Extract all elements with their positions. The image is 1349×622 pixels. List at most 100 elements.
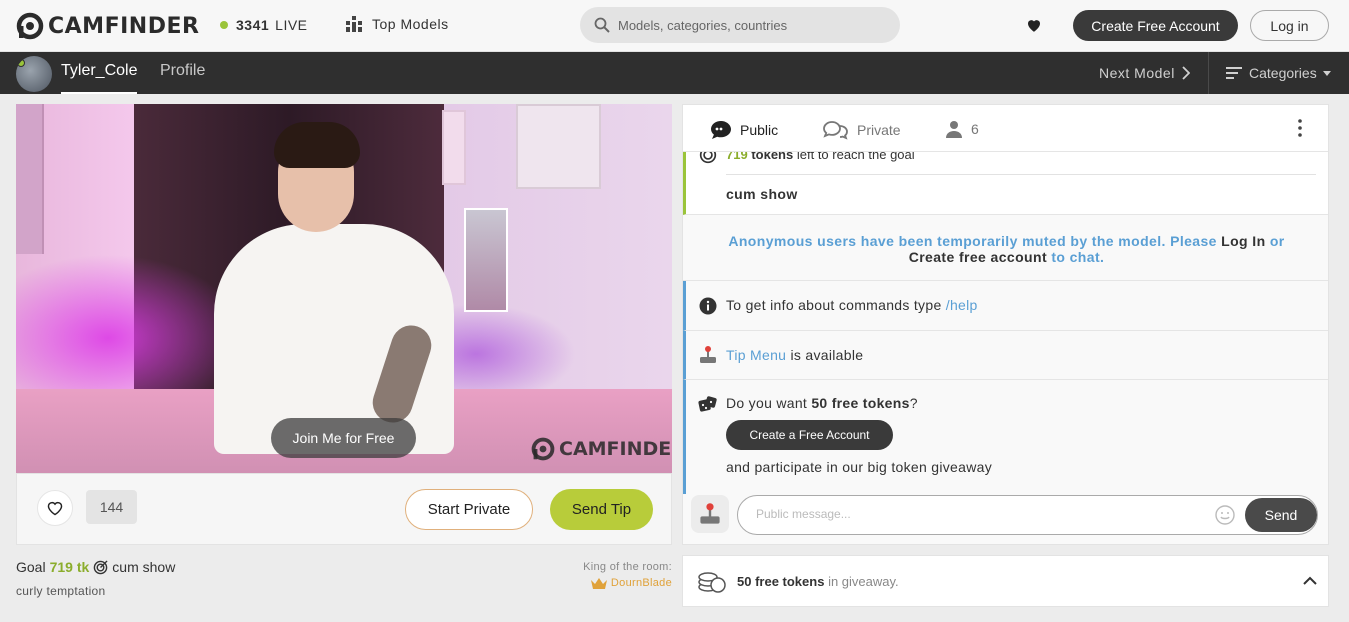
send-tip-button[interactable]: Send Tip — [550, 489, 653, 530]
nav-divider — [1208, 52, 1209, 94]
private-chat-icon — [823, 121, 848, 140]
top-header: CAMFINDER 3341 LIVE Top Models Create Fr… — [0, 0, 1349, 52]
next-model-label: Next Model — [1099, 65, 1175, 81]
categories-label: Categories — [1249, 65, 1317, 81]
wall-poster — [16, 104, 44, 254]
online-indicator — [17, 59, 25, 67]
search-icon — [594, 17, 610, 33]
join-free-button[interactable]: Join Me for Free — [271, 418, 416, 458]
create-free-account-chat-button[interactable]: Create a Free Account — [726, 420, 893, 450]
chevron-right-icon — [1182, 66, 1190, 80]
categories-dropdown[interactable]: Categories — [1226, 65, 1331, 81]
joystick-icon — [700, 346, 716, 363]
king-label: King of the room: — [583, 561, 672, 573]
tip-menu-available: is available — [790, 347, 864, 363]
tab-users[interactable]: 6 — [945, 120, 979, 138]
search-input[interactable] — [618, 17, 878, 33]
divider — [726, 174, 1316, 175]
watermark-logo-icon — [531, 437, 555, 461]
coins-icon — [698, 572, 726, 593]
help-message: To get info about commands type /help — [683, 281, 1328, 331]
tab-username[interactable]: Tyler_Cole — [61, 62, 138, 94]
top-models-label: Top Models — [372, 16, 449, 32]
muted-notice: Anonymous users have been temporarily mu… — [683, 215, 1328, 281]
chat-panel: Public Private 6 719 tokens left to reac… — [682, 104, 1329, 545]
joystick-icon — [700, 503, 720, 524]
free-tokens-question: Do you want 50 free tokens? — [726, 395, 918, 411]
tab-profile[interactable]: Profile — [160, 62, 205, 80]
chevron-up-icon[interactable] — [1303, 576, 1317, 585]
tip-menu-link[interactable]: Tip Menu — [726, 347, 786, 363]
message-field[interactable]: Send — [737, 495, 1318, 535]
free-q-prefix: Do you want — [726, 395, 808, 411]
live-dot-icon — [220, 21, 228, 29]
performer-hair — [274, 122, 360, 168]
muted-text: Anonymous users have been temporarily mu… — [728, 233, 1217, 249]
live-count-number: 3341 — [236, 17, 270, 33]
user-icon — [946, 121, 962, 138]
dice-icon — [698, 396, 717, 412]
create-free-account-button[interactable]: Create Free Account — [1073, 10, 1238, 41]
top-models-icon — [346, 16, 362, 32]
like-button[interactable] — [37, 490, 73, 526]
crown-icon — [590, 577, 607, 589]
muted-create-account-link[interactable]: Create free account — [909, 249, 1047, 265]
giveaway-rest: in giveaway. — [828, 574, 899, 589]
live-count: 3341 LIVE — [220, 17, 308, 33]
like-count: 144 — [86, 490, 137, 524]
wall-picture — [442, 110, 466, 185]
watermark-text: CAMFINDER — [559, 438, 672, 460]
tip-menu-button[interactable] — [691, 495, 729, 533]
video-watermark: CAMFINDER — [531, 437, 672, 461]
giveaway-bar[interactable]: 50 free tokens in giveaway. — [682, 555, 1329, 607]
neon-light — [16, 254, 246, 394]
logo-mark-icon — [16, 12, 44, 40]
tab-private[interactable]: Private — [823, 120, 901, 140]
king-of-room[interactable]: DournBlade — [560, 577, 672, 589]
favorites-heart-icon[interactable] — [1025, 16, 1043, 39]
send-message-button[interactable]: Send — [1245, 498, 1317, 532]
target-icon — [93, 559, 108, 574]
room-subject: curly temptation — [16, 584, 106, 598]
help-command: /help — [945, 297, 978, 313]
goal-info: Goal 719 tk cum show — [16, 559, 175, 575]
king-name: DournBlade — [610, 577, 672, 589]
user-count: 6 — [971, 121, 979, 137]
logo-text: CAMFINDER — [48, 13, 200, 39]
muted-login-link[interactable]: Log In — [1221, 233, 1265, 249]
tab-public-label: Public — [740, 122, 779, 138]
goal-tokens: 719 tk — [49, 559, 90, 575]
heart-outline-icon — [47, 501, 63, 516]
top-models-link[interactable]: Top Models — [345, 15, 449, 33]
tab-public[interactable]: Public — [710, 120, 778, 140]
login-button[interactable]: Log in — [1250, 10, 1329, 41]
goal-description: cum show — [112, 559, 176, 575]
model-avatar[interactable] — [16, 56, 52, 92]
goal-message: 719 tokens left to reach the goal cum sh… — [683, 146, 1328, 215]
free-q-suffix: ? — [909, 395, 918, 411]
free-tokens-answer: and participate in our big token giveawa… — [726, 459, 993, 475]
next-model-button[interactable]: Next Model — [1099, 65, 1190, 81]
free-tokens-message: Do you want 50 free tokens? Create a Fre… — [683, 380, 1328, 494]
help-text: To get info about commands type /help — [726, 297, 978, 313]
wall-picture — [516, 104, 601, 189]
help-label: To get info about commands type — [726, 297, 942, 313]
info-icon — [699, 297, 717, 315]
chat-bubble-icon — [711, 121, 731, 139]
more-options-icon[interactable] — [1298, 119, 1302, 142]
model-nav-bar: Tyler_Cole Profile Next Model Categories — [0, 52, 1349, 94]
menu-lines-icon — [1226, 67, 1242, 79]
camfinder-logo[interactable]: CAMFINDER — [16, 11, 199, 41]
wall-picture — [464, 208, 508, 312]
start-private-button[interactable]: Start Private — [405, 489, 533, 530]
stream-controls: 144 Start Private Send Tip — [16, 473, 672, 545]
goal-name: cum show — [726, 186, 798, 202]
goal-prefix: Goal — [16, 559, 46, 575]
tip-menu-text: Tip Menu is available — [726, 347, 863, 363]
muted-or: or — [1269, 233, 1285, 249]
search-box[interactable] — [580, 7, 900, 43]
message-input[interactable] — [756, 507, 1196, 521]
chat-tabs: Public Private 6 — [683, 105, 1328, 152]
emoji-icon[interactable] — [1215, 505, 1235, 525]
giveaway-text: 50 free tokens in giveaway. — [737, 574, 899, 589]
